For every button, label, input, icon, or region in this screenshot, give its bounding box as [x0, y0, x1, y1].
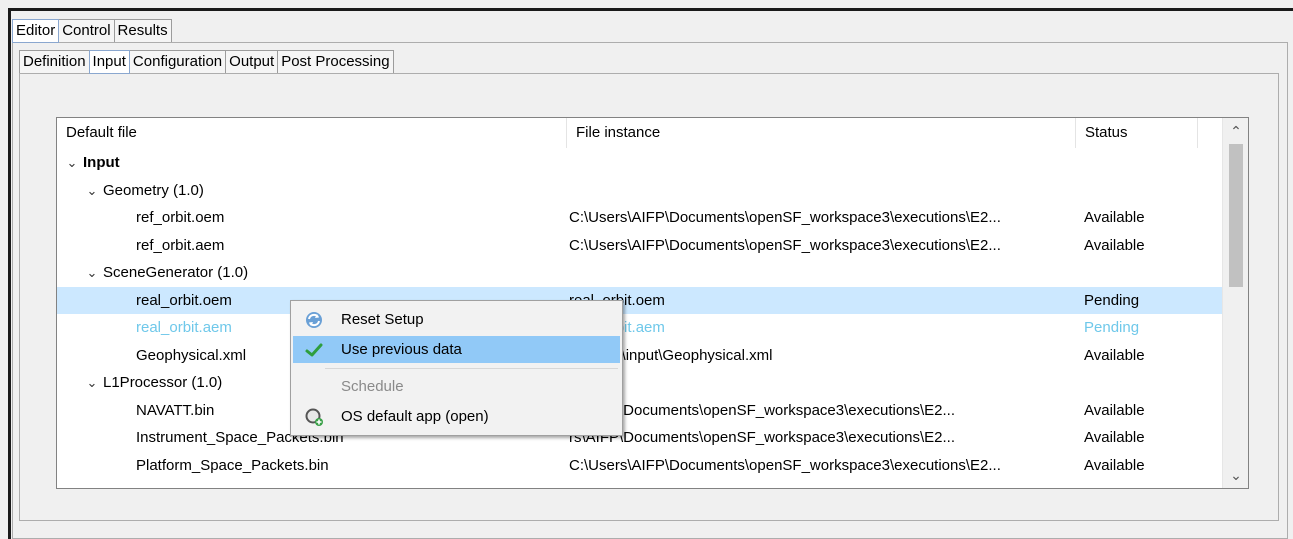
file-instance-cell: C:\Users\AIFP\Documents\openSF_workspace…: [569, 456, 1001, 474]
group-label: Geometry (1.0): [103, 181, 204, 199]
status-cell: Available: [1084, 236, 1145, 254]
status-cell: Available: [1084, 429, 1145, 446]
menu-item-schedule[interactable]: Schedule: [293, 373, 620, 400]
table-row-selected[interactable]: real_orbit.oem real_orbit.oem Pending: [57, 286, 1222, 314]
table-row[interactable]: ref_orbit.aem C:\Users\AIFP\Documents\op…: [57, 232, 1222, 260]
group-label: L1Processor (1.0): [103, 374, 223, 391]
scroll-up-icon[interactable]: ⌃: [1223, 118, 1248, 144]
file-instance-cell: rs\AIFP\Documents\openSF_workspace3\exec…: [569, 429, 956, 446]
file-instance-cell: C:\Users\AIFP\Documents\openSF_workspace…: [569, 236, 1001, 254]
chevron-down-icon[interactable]: ⌄: [85, 369, 99, 396]
file-instance-cell: les\data\input\Geophysical.xml: [569, 346, 773, 364]
menu-item-label: Use previous data: [341, 341, 462, 358]
context-menu: Reset Setup Use previous data Schedule O…: [290, 300, 623, 436]
refresh-icon: [306, 312, 322, 328]
menu-item-label: Schedule: [341, 378, 404, 395]
menu-item-use-previous-data[interactable]: Use previous data: [293, 336, 620, 363]
column-header-default-file[interactable]: Default file: [57, 118, 567, 148]
file-instance-cell: real_orbit.aem: [569, 314, 1083, 341]
tab-post-processing[interactable]: Post Processing: [277, 50, 394, 74]
tree-row-geometry[interactable]: ⌄ Geometry (1.0): [57, 177, 1222, 205]
tab-input[interactable]: Input: [88, 50, 130, 74]
checkmark-icon: [305, 343, 323, 357]
tab-output[interactable]: Output: [225, 50, 279, 74]
tab-editor[interactable]: Editor: [12, 19, 60, 43]
tab-results[interactable]: Results: [113, 19, 172, 43]
tab-control[interactable]: Control: [58, 19, 115, 43]
default-file-cell: ref_orbit.oem: [136, 209, 225, 226]
status-cell: Available: [1084, 401, 1145, 419]
chevron-down-icon[interactable]: ⌄: [85, 177, 99, 204]
tree-row-l1processor[interactable]: ⌄ L1Processor (1.0): [57, 369, 1222, 397]
table-row[interactable]: ref_orbit.oem C:\Users\AIFP\Documents\op…: [57, 204, 1222, 232]
table-row[interactable]: Platform_Space_Packets.bin C:\Users\AIFP…: [57, 452, 1222, 480]
vertical-scrollbar[interactable]: ⌃ ⌄: [1222, 118, 1248, 488]
column-header-status[interactable]: Status: [1076, 118, 1198, 148]
menu-item-label: OS default app (open): [341, 408, 489, 425]
scroll-down-icon[interactable]: ⌄: [1223, 462, 1248, 488]
tab-definition[interactable]: Definition: [19, 50, 90, 74]
menu-item-os-default-app[interactable]: OS default app (open): [293, 403, 620, 430]
column-header-file-instance[interactable]: File instance: [567, 118, 1076, 148]
file-instance-cell: real_orbit.oem: [569, 287, 1083, 314]
status-cell: Available: [1084, 346, 1145, 364]
sub-tab-bar: Definition Input Configuration Output Po…: [19, 50, 394, 74]
default-file-cell: Platform_Space_Packets.bin: [136, 456, 329, 474]
file-instance-cell: rs\AIFP\Documents\openSF_workspace3\exec…: [569, 401, 956, 419]
menu-separator: [325, 368, 618, 369]
tree-row-input[interactable]: ⌄ Input: [57, 149, 1222, 177]
status-cell: Pending: [1084, 291, 1140, 309]
open-app-icon: [305, 408, 323, 426]
tab-configuration[interactable]: Configuration: [128, 50, 227, 74]
status-cell: Pending: [1084, 319, 1140, 336]
status-cell: Available: [1084, 209, 1145, 226]
status-cell: Available: [1084, 456, 1145, 474]
menu-item-label: Reset Setup: [341, 311, 424, 328]
table-row[interactable]: NAVATT.bin rs\AIFP\Documents\openSF_work…: [57, 397, 1222, 425]
group-label: SceneGenerator (1.0): [103, 264, 249, 281]
scroll-thumb[interactable]: [1229, 144, 1243, 287]
default-file-cell: ref_orbit.aem: [136, 236, 225, 254]
chevron-down-icon[interactable]: ⌄: [85, 259, 99, 286]
input-files-tree-table[interactable]: Default file File instance Status ⌄ Input…: [56, 117, 1249, 489]
file-instance-cell: C:\Users\AIFP\Documents\openSF_workspace…: [569, 209, 1001, 226]
table-row[interactable]: Instrument_Space_Packets.bin rs\AIFP\Doc…: [57, 424, 1222, 452]
menu-item-reset-setup[interactable]: Reset Setup: [293, 306, 620, 333]
group-label: Input: [83, 154, 120, 171]
table-row[interactable]: Geophysical.xml les\data\input\Geophysic…: [57, 342, 1222, 370]
tree-row-scenegenerator[interactable]: ⌄ SceneGenerator (1.0): [57, 259, 1222, 287]
table-header: Default file File instance Status: [57, 118, 1222, 148]
table-row[interactable]: real_orbit.aem real_orbit.aem Pending: [57, 314, 1222, 342]
chevron-down-icon[interactable]: ⌄: [65, 149, 79, 176]
top-tab-bar: Editor Control Results: [12, 19, 172, 43]
